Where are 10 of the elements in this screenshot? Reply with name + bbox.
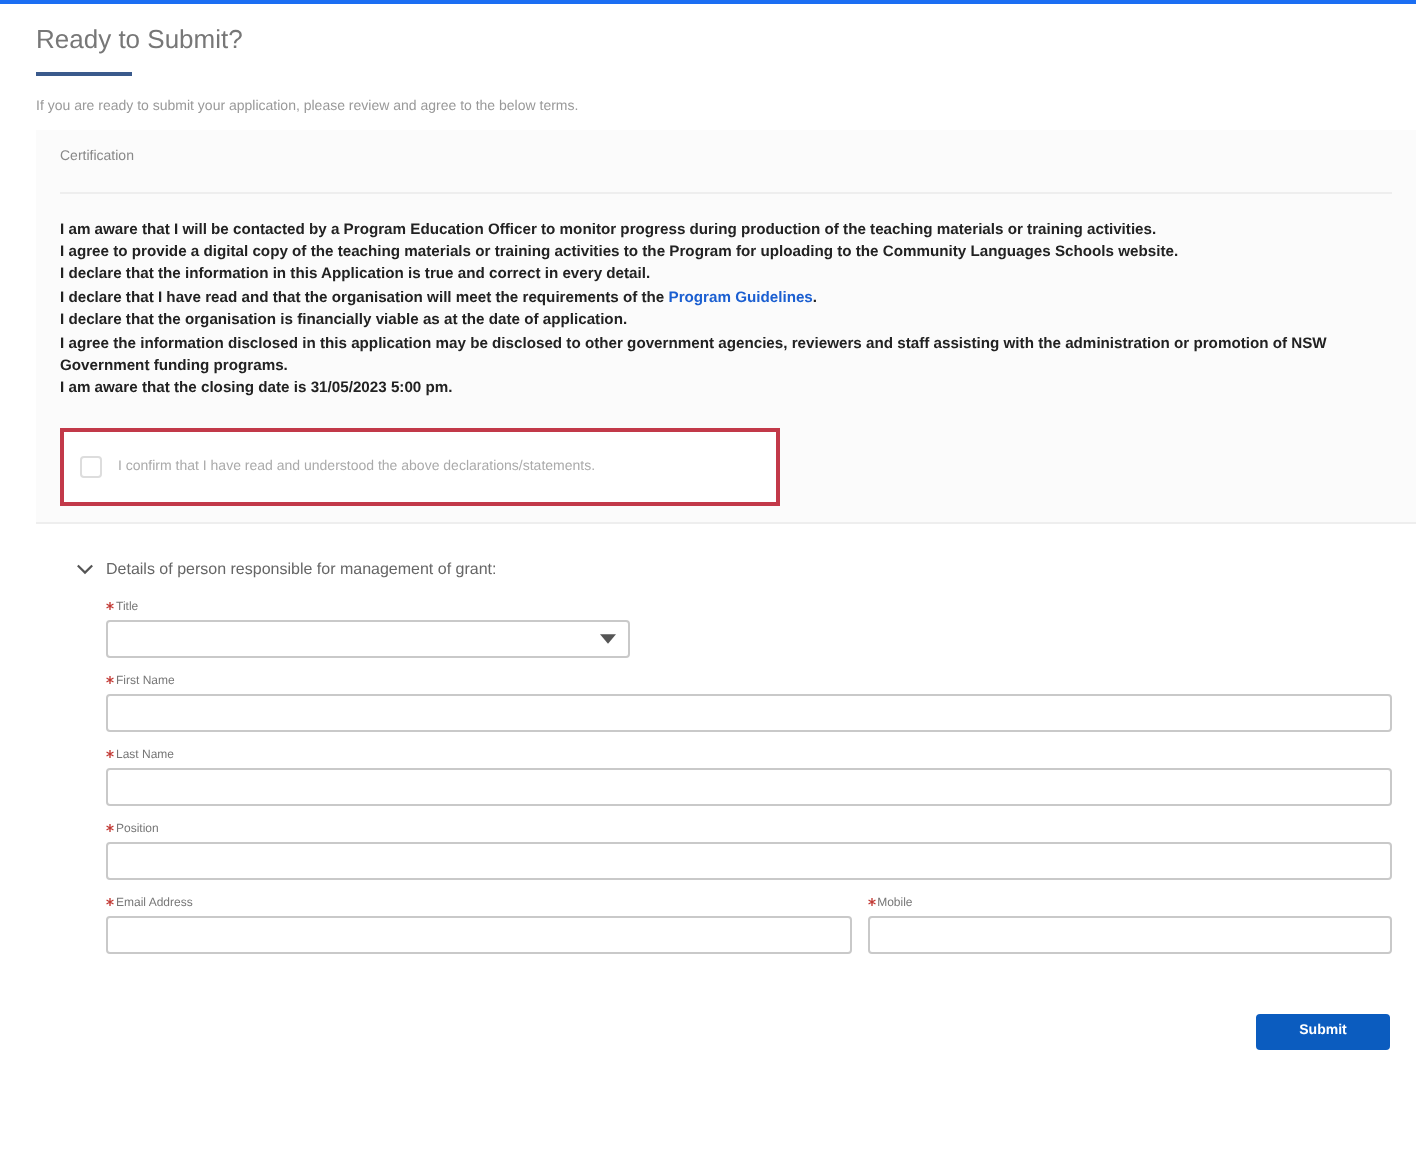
checkbox[interactable] bbox=[80, 455, 102, 478]
input-field[interactable] bbox=[106, 841, 1392, 880]
title-dropdown[interactable] bbox=[106, 619, 630, 658]
input-field[interactable] bbox=[867, 915, 1392, 954]
chevron-icon bbox=[76, 559, 94, 578]
input-field[interactable] bbox=[106, 915, 852, 954]
input-field[interactable] bbox=[106, 693, 1392, 732]
input-field[interactable] bbox=[106, 767, 1392, 806]
dropdown-arrow-icon bbox=[600, 633, 616, 644]
page-title: Ready to Submit? bbox=[36, 24, 245, 56]
